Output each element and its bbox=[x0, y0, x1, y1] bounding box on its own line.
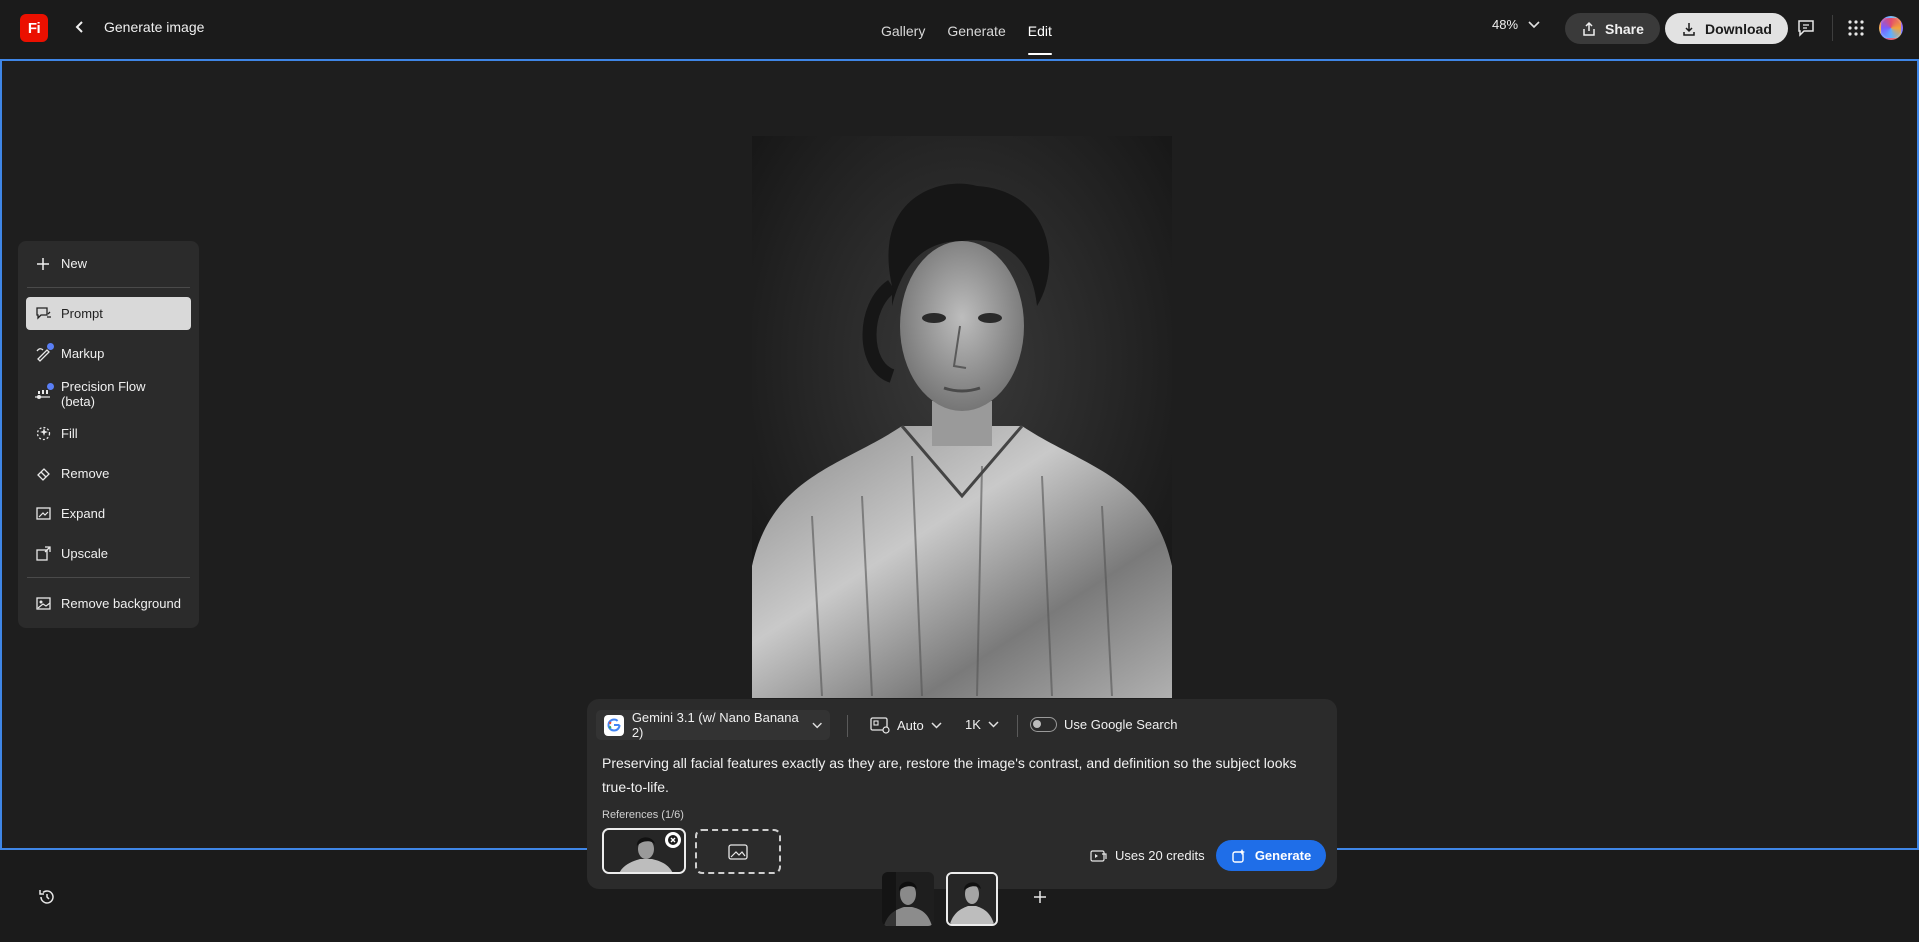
google-search-toggle[interactable]: Use Google Search bbox=[1030, 717, 1177, 732]
download-label: Download bbox=[1705, 20, 1772, 37]
tool-label: Upscale bbox=[61, 546, 108, 561]
tool-remove-background[interactable]: Remove background bbox=[26, 587, 191, 620]
chevron-left-icon bbox=[75, 21, 83, 33]
divider bbox=[847, 715, 848, 737]
tool-prompt[interactable]: Prompt bbox=[26, 297, 191, 330]
tool-label: Prompt bbox=[61, 306, 103, 321]
new-label: New bbox=[61, 256, 88, 271]
variation-thumbnail-selected[interactable] bbox=[946, 872, 998, 926]
divider bbox=[27, 287, 190, 288]
generate-button[interactable]: Generate bbox=[1216, 840, 1326, 871]
aspect-ratio-value: Auto bbox=[897, 718, 924, 733]
new-button[interactable]: New bbox=[26, 247, 191, 280]
tool-label: Fill bbox=[61, 426, 78, 441]
apps-grid-icon[interactable] bbox=[1845, 17, 1867, 39]
tab-generate[interactable]: Generate bbox=[936, 0, 1016, 57]
model-name: Gemini 3.1 (w/ Nano Banana 2) bbox=[631, 710, 799, 740]
prompt-panel: Gemini 3.1 (w/ Nano Banana 2) Auto 1K Us… bbox=[587, 699, 1337, 889]
fill-icon bbox=[34, 425, 52, 443]
variation-thumbnail[interactable] bbox=[882, 872, 934, 926]
tab-edit[interactable]: Edit bbox=[1017, 0, 1063, 57]
add-variation-button[interactable] bbox=[1031, 888, 1049, 906]
page-title: Generate image bbox=[104, 19, 205, 35]
generate-icon bbox=[1232, 848, 1245, 863]
tool-label: Precision Flow (beta) bbox=[60, 378, 146, 409]
prompt-input[interactable]: Preserving all facial features exactly a… bbox=[602, 751, 1327, 799]
toggle-switch[interactable] bbox=[1030, 717, 1057, 732]
new-badge bbox=[47, 343, 54, 350]
divider bbox=[1017, 715, 1018, 737]
resolution-select[interactable]: 1K bbox=[965, 717, 999, 732]
credits-icon bbox=[1090, 850, 1107, 862]
google-icon bbox=[604, 714, 624, 736]
share-button[interactable]: Share bbox=[1565, 13, 1660, 44]
tool-markup[interactable]: Markup bbox=[26, 337, 191, 370]
tool-label: Remove bbox=[61, 466, 110, 481]
plus-icon bbox=[1034, 891, 1046, 903]
editor-canvas[interactable]: New Prompt Markup Precision Flow (beta) bbox=[0, 59, 1919, 889]
credits-label: Uses 20 credits bbox=[1115, 848, 1205, 863]
tool-label: Markup bbox=[61, 346, 105, 361]
chevron-down-icon bbox=[931, 722, 942, 729]
plus-icon bbox=[34, 255, 52, 273]
google-search-label: Use Google Search bbox=[1064, 717, 1178, 732]
tool-label: Remove background bbox=[61, 596, 181, 611]
download-button[interactable]: Download bbox=[1665, 13, 1788, 44]
back-button[interactable] bbox=[70, 16, 90, 38]
chevron-down-icon bbox=[988, 721, 999, 728]
remove-background-icon bbox=[34, 595, 52, 613]
download-icon bbox=[1683, 22, 1695, 36]
resolution-value: 1K bbox=[965, 717, 981, 732]
credits-info: Uses 20 credits bbox=[1090, 848, 1205, 863]
comment-icon[interactable] bbox=[1795, 17, 1817, 39]
tool-upscale[interactable]: Upscale bbox=[26, 537, 191, 570]
new-badge bbox=[47, 383, 54, 390]
share-label: Share bbox=[1605, 20, 1644, 37]
remove-icon bbox=[34, 465, 52, 483]
tool-fill[interactable]: Fill bbox=[26, 417, 191, 450]
upscale-icon bbox=[34, 545, 52, 563]
add-reference-button[interactable] bbox=[695, 829, 781, 874]
prompt-icon bbox=[34, 305, 52, 323]
share-icon bbox=[1583, 21, 1595, 36]
app-logo[interactable]: Fi bbox=[20, 14, 48, 42]
generate-label: Generate bbox=[1254, 848, 1312, 863]
main-nav: Gallery Generate Edit bbox=[870, 0, 1063, 57]
tool-remove[interactable]: Remove bbox=[26, 457, 191, 490]
close-icon bbox=[668, 835, 678, 845]
remove-reference-button[interactable] bbox=[665, 832, 681, 848]
divider bbox=[27, 577, 190, 578]
zoom-select[interactable]: 48% bbox=[1492, 17, 1540, 32]
portrait-image bbox=[752, 136, 1172, 698]
chevron-down-icon bbox=[812, 722, 822, 728]
top-bar: Fi Generate image Gallery Generate Edit … bbox=[0, 0, 1919, 57]
aspect-ratio-select[interactable]: Auto bbox=[870, 717, 942, 734]
zoom-value: 48% bbox=[1492, 17, 1519, 32]
history-icon[interactable] bbox=[37, 887, 57, 907]
aspect-ratio-icon bbox=[870, 717, 890, 734]
divider bbox=[1832, 15, 1833, 41]
expand-icon bbox=[34, 505, 52, 523]
tab-gallery[interactable]: Gallery bbox=[870, 0, 936, 57]
image-icon bbox=[728, 843, 748, 860]
avatar[interactable] bbox=[1879, 16, 1903, 40]
references-label: References (1/6) bbox=[602, 809, 684, 821]
model-select[interactable]: Gemini 3.1 (w/ Nano Banana 2) bbox=[596, 710, 830, 740]
tool-panel: New Prompt Markup Precision Flow (beta) bbox=[18, 241, 199, 628]
tool-precision-flow[interactable]: Precision Flow (beta) bbox=[26, 377, 191, 410]
chevron-down-icon bbox=[1528, 20, 1540, 28]
tool-label: Expand bbox=[61, 506, 106, 521]
tool-expand[interactable]: Expand bbox=[26, 497, 191, 530]
